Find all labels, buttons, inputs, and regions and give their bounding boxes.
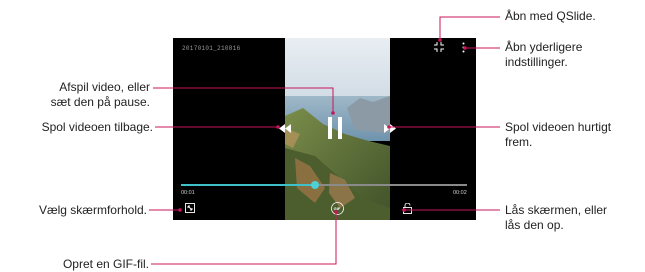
callout-aspect-ratio: Vælg skærmforhold.	[38, 203, 147, 217]
progress-fill	[181, 184, 316, 186]
callout-qslide: Åbn med QSlide.	[505, 9, 596, 23]
time-elapsed: 00:01	[181, 190, 195, 196]
aspect-ratio-icon	[185, 203, 195, 213]
callout-rewind: Spol videoen tilbage.	[41, 120, 153, 134]
fast-forward-icon	[384, 123, 396, 133]
rewind-button[interactable]	[277, 120, 293, 136]
callout-create-gif: Opret en GIF-fil.	[62, 257, 149, 271]
progress-bar[interactable]	[181, 181, 467, 189]
callout-lock-screen: Lås skærmen, eller lås den op.	[505, 203, 608, 232]
aspect-ratio-button[interactable]	[184, 202, 196, 214]
callout-play-pause: Afspil video, eller sæt den på pause.	[50, 80, 150, 109]
callout-fast-forward: Spol videoen hurtigt frem.	[505, 120, 612, 149]
video-filename: 20170101_210816	[182, 45, 241, 52]
video-player: 20170101_210816 00:01 00:02 GIF	[173, 38, 476, 220]
gif-button[interactable]: GIF	[330, 201, 344, 215]
fast-forward-button[interactable]	[382, 120, 398, 136]
time-total: 00:02	[453, 190, 467, 196]
more-options-icon[interactable]	[459, 40, 467, 54]
pause-icon	[328, 117, 342, 139]
gif-label: GIF	[333, 205, 341, 211]
qslide-icon[interactable]	[432, 40, 446, 54]
lock-icon	[402, 202, 412, 214]
lock-button[interactable]	[401, 202, 413, 214]
callout-more-settings: Åbn yderligere indstillinger.	[505, 40, 583, 69]
rewind-icon	[279, 123, 291, 133]
play-pause-button[interactable]	[325, 115, 345, 141]
